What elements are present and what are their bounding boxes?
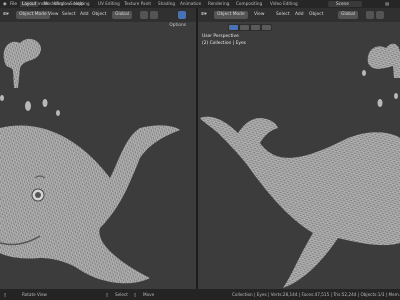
menu-add-left[interactable]: Add	[80, 11, 89, 19]
tab-compositing[interactable]: Compositing	[236, 1, 262, 7]
solid-shading-icon[interactable]	[240, 25, 249, 30]
scene-selector[interactable]: Scene	[328, 1, 362, 7]
menu-view-left[interactable]: View	[48, 11, 58, 19]
tab-animation[interactable]: Animation	[180, 1, 201, 7]
pivot-icon[interactable]	[366, 11, 374, 19]
menu-file[interactable]: File	[10, 1, 17, 7]
mode-dropdown-right[interactable]: Object Mode	[214, 11, 248, 19]
transform-orientation-right[interactable]: Global	[338, 11, 359, 19]
view-layer-icon[interactable]: ▤	[385, 1, 389, 7]
shading-mode-buttons	[228, 24, 272, 31]
mouse-icon: ▯	[4, 292, 7, 297]
viewport-right[interactable]: ⊞▾ Object Mode View Select Add Object Gl…	[198, 8, 400, 289]
tab-modeling[interactable]: Modeling	[44, 1, 63, 7]
viewport-right-header: ⊞▾ Object Mode View Select Add Object Gl…	[198, 8, 400, 22]
status-hint-move: Move	[143, 292, 155, 297]
viewport-shading-icon[interactable]	[178, 11, 186, 19]
mode-dropdown-left[interactable]: Object Mode	[16, 11, 50, 19]
tab-sculpting[interactable]: Sculpting	[70, 1, 90, 7]
viewport-left-header: ⊞▾ Object Mode View Select Add Object Gl…	[0, 8, 196, 22]
options-dropdown[interactable]: Options	[169, 23, 186, 28]
pivot-icon[interactable]	[140, 11, 148, 19]
tab-texture-paint[interactable]: Texture Paint	[124, 1, 151, 7]
editor-type-icon[interactable]: ⊞▾	[3, 11, 9, 19]
whale-mesh-left	[0, 38, 180, 284]
tab-uv-editing[interactable]: UV Editing	[98, 1, 120, 7]
menu-select-left[interactable]: Select	[62, 11, 76, 19]
material-shading-icon[interactable]	[251, 25, 260, 30]
transform-orientation-left[interactable]: Global	[112, 11, 133, 19]
snap-icon[interactable]	[376, 11, 384, 19]
rendered-shading-icon[interactable]	[262, 25, 271, 30]
status-hint-select: Select	[115, 292, 128, 297]
status-bar: ▯ Rotate View ▯ Select ▯ Move Collection…	[0, 289, 400, 300]
wireframe-shading-icon[interactable]	[229, 25, 238, 30]
mouse-icon: ▯	[106, 292, 109, 297]
menu-object-left[interactable]: Object	[92, 11, 106, 19]
mouse-icon: ▯	[134, 292, 137, 297]
whale-mesh-right	[200, 43, 400, 288]
status-hint-rotate: Rotate View	[22, 292, 47, 297]
menu-select-right[interactable]: Select	[276, 11, 290, 19]
tab-video-editing[interactable]: Video Editing	[270, 1, 298, 7]
editor-type-icon[interactable]: ⊞▾	[201, 11, 207, 19]
viewport-left[interactable]: ⊞▾ Object Mode View Select Add Object Gl…	[0, 8, 196, 289]
view-name: User Perspective	[202, 34, 239, 39]
tab-shading[interactable]: Shading	[158, 1, 175, 7]
tab-rendering[interactable]: Rendering	[208, 1, 229, 7]
scene-name: Scene	[336, 1, 349, 6]
menu-view-right[interactable]: View	[254, 11, 264, 19]
menu-object-right[interactable]: Object	[309, 11, 323, 19]
top-bar: ◉ File Edit Render Window Help Layout Mo…	[0, 0, 400, 8]
blender-logo-icon[interactable]: ◉	[3, 1, 7, 7]
menu-add-right[interactable]: Add	[295, 11, 304, 19]
tab-layout[interactable]: Layout	[20, 1, 39, 7]
snap-icon[interactable]	[150, 11, 158, 19]
scene-statistics: Collection | Eyes | Verts:28,144 | Faces…	[232, 292, 400, 297]
active-collection: (2) Collection | Eyes	[202, 41, 246, 46]
